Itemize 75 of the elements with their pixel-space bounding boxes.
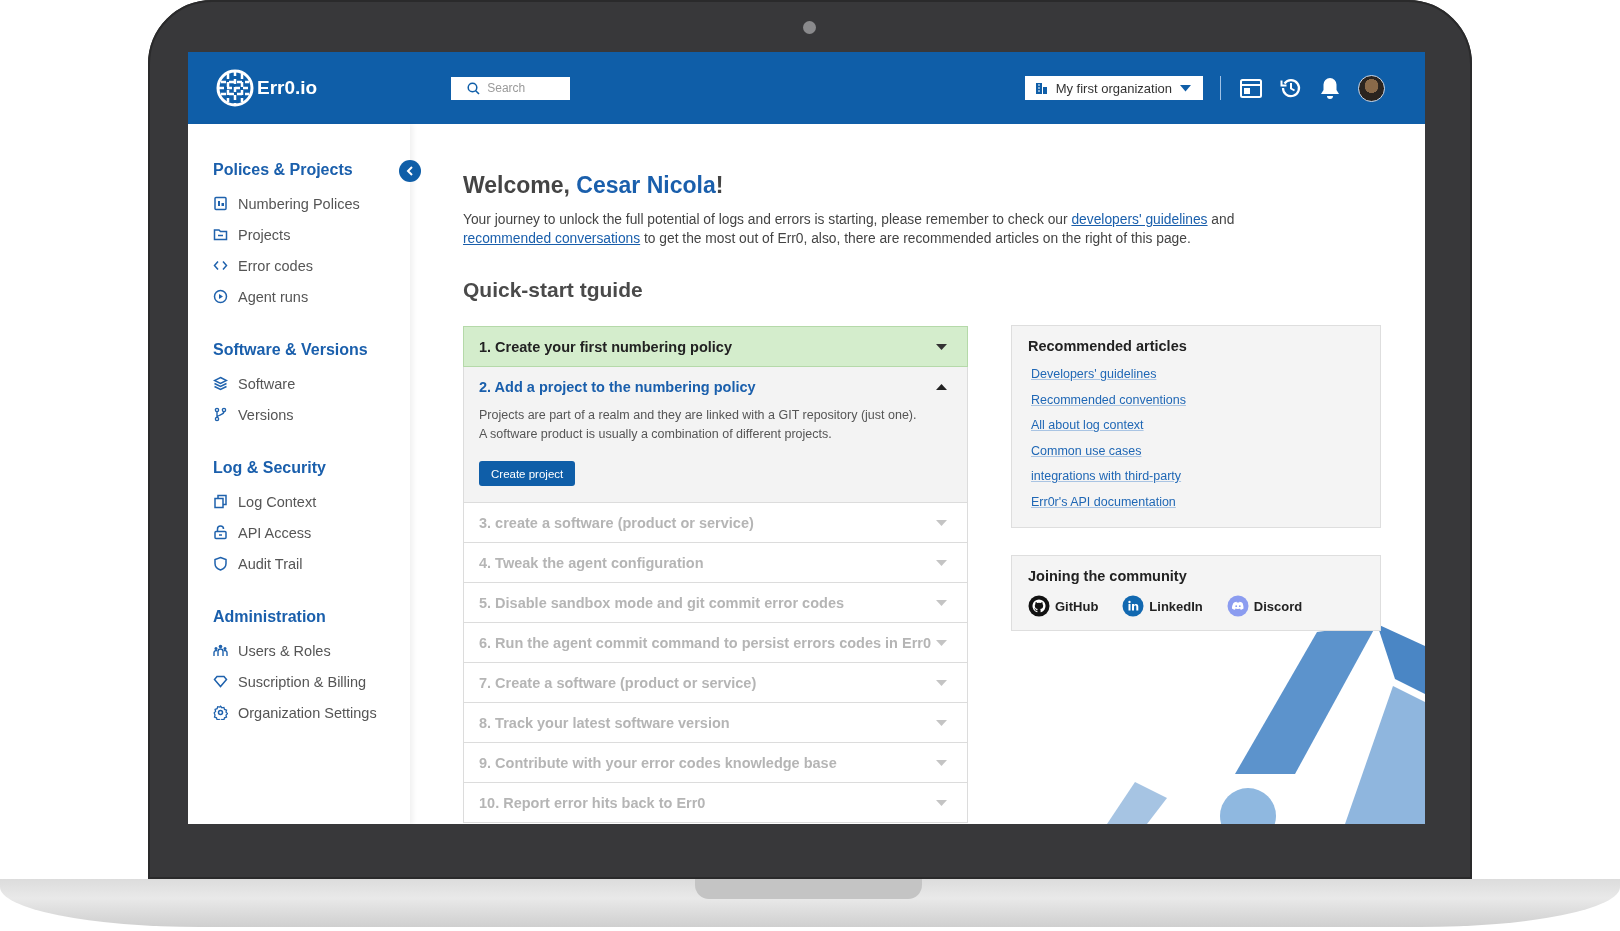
users-icon bbox=[213, 643, 228, 658]
article-link[interactable]: integrations with third-party bbox=[1031, 464, 1365, 490]
caret-down-icon bbox=[936, 519, 947, 526]
building-icon bbox=[1034, 81, 1048, 95]
nav-item[interactable]: Suscription & Billing bbox=[213, 666, 410, 697]
caret-icon bbox=[1180, 84, 1191, 92]
section-title: Polices & Projects bbox=[213, 160, 354, 180]
collapse-sidebar-button[interactable] bbox=[399, 160, 421, 182]
caret-down-icon bbox=[936, 679, 947, 686]
section-heading: Quick-start tguide bbox=[463, 277, 644, 303]
layers-icon bbox=[213, 376, 228, 391]
nav-item[interactable]: Agent runs bbox=[213, 281, 410, 312]
discord-icon bbox=[1226, 595, 1249, 617]
section-title: Log & Security bbox=[213, 458, 327, 478]
caret-down-icon bbox=[936, 639, 947, 646]
settings-icon bbox=[213, 705, 228, 720]
nav-item[interactable]: Software bbox=[213, 368, 410, 399]
section-title: Administration bbox=[213, 607, 327, 627]
play-circle-icon bbox=[213, 289, 228, 304]
caret-down-icon bbox=[936, 599, 947, 606]
article-link[interactable]: Err0r's API documentation bbox=[1031, 489, 1365, 515]
organization-dropdown[interactable]: My first organization bbox=[1024, 76, 1203, 100]
nav-item[interactable]: Versions bbox=[213, 399, 410, 430]
search-icon bbox=[467, 81, 481, 95]
step-description: Projects are part of a realm and they are linked with a GIT repository (just one). A software product is usually a combination of different projects. bbox=[479, 407, 918, 443]
notification-bell-icon[interactable] bbox=[1320, 77, 1340, 99]
nav-item[interactable]: Log Context bbox=[213, 486, 410, 517]
caret-down-icon bbox=[936, 759, 947, 766]
nav-item[interactable]: Numbering Polices bbox=[213, 188, 410, 219]
nav-item[interactable]: Organization Settings bbox=[213, 697, 410, 728]
logo-text: Err0.io bbox=[257, 77, 318, 99]
welcome-heading: Welcome, Cesar Nicola! bbox=[463, 171, 725, 200]
caret-down-icon bbox=[936, 799, 947, 806]
accordion-header[interactable]: 1. Create your first numbering policy bbox=[464, 327, 967, 366]
unlocked-padlock-icon bbox=[213, 525, 228, 540]
camera-icon bbox=[803, 21, 816, 34]
community-link[interactable]: LinkedIn bbox=[1122, 595, 1203, 617]
panel-title: Joining the community bbox=[1028, 567, 1188, 586]
chevron-left-icon bbox=[406, 166, 414, 176]
community-link[interactable]: Discord bbox=[1226, 595, 1303, 617]
diamond-icon bbox=[213, 674, 228, 689]
article-link[interactable]: Common use cases bbox=[1031, 438, 1365, 464]
search-field[interactable]: Search bbox=[451, 76, 571, 100]
section-title: Software & Versions bbox=[213, 340, 369, 360]
caret-down-icon bbox=[936, 719, 947, 726]
github-icon bbox=[1028, 595, 1050, 617]
branch-icon bbox=[213, 407, 228, 422]
nav-item[interactable]: Projects bbox=[213, 219, 410, 250]
linkedin-icon bbox=[1122, 595, 1145, 617]
article-link[interactable]: All about log context bbox=[1031, 413, 1365, 439]
shield-icon bbox=[213, 556, 228, 571]
article-link[interactable]: Recommended conventions bbox=[1031, 387, 1365, 413]
inline-link[interactable]: recommended conversations bbox=[463, 231, 641, 246]
caret-up-icon bbox=[936, 383, 947, 390]
folder-icon bbox=[213, 227, 228, 242]
nav-item[interactable]: Error codes bbox=[213, 250, 410, 281]
panel-title: Recommended articles bbox=[1028, 337, 1188, 356]
article-link[interactable]: Developers' guidelines bbox=[1031, 362, 1365, 388]
intro-paragraph: Your journey to unlock the full potential of logs and errors is starting, please remember to check our developers' guidelines and recommended conversations to get the most out of Err0, also, there are recommended articles on the right of this page. bbox=[463, 211, 1236, 248]
caret-down-icon bbox=[936, 559, 947, 566]
browser-window-icon[interactable] bbox=[1240, 78, 1262, 98]
history-icon[interactable] bbox=[1280, 77, 1302, 99]
copy-icon bbox=[213, 494, 228, 509]
accordion-header[interactable]: 2. Add a project to the numbering policy bbox=[464, 367, 967, 406]
community-link[interactable]: GitHub bbox=[1028, 595, 1099, 617]
logo-icon bbox=[215, 68, 255, 108]
avatar-icon[interactable] bbox=[1358, 74, 1385, 102]
nav-item[interactable]: Audit Trail bbox=[213, 548, 410, 579]
inline-link[interactable]: developers' guidelines bbox=[1071, 212, 1208, 227]
nav-item[interactable]: API Access bbox=[213, 517, 410, 548]
create-project-button[interactable]: Create project bbox=[479, 461, 576, 486]
nav-item[interactable]: Users & Roles bbox=[213, 635, 410, 666]
caret-down-icon bbox=[936, 343, 947, 350]
document-icon bbox=[213, 196, 228, 211]
code-icon bbox=[213, 258, 228, 273]
